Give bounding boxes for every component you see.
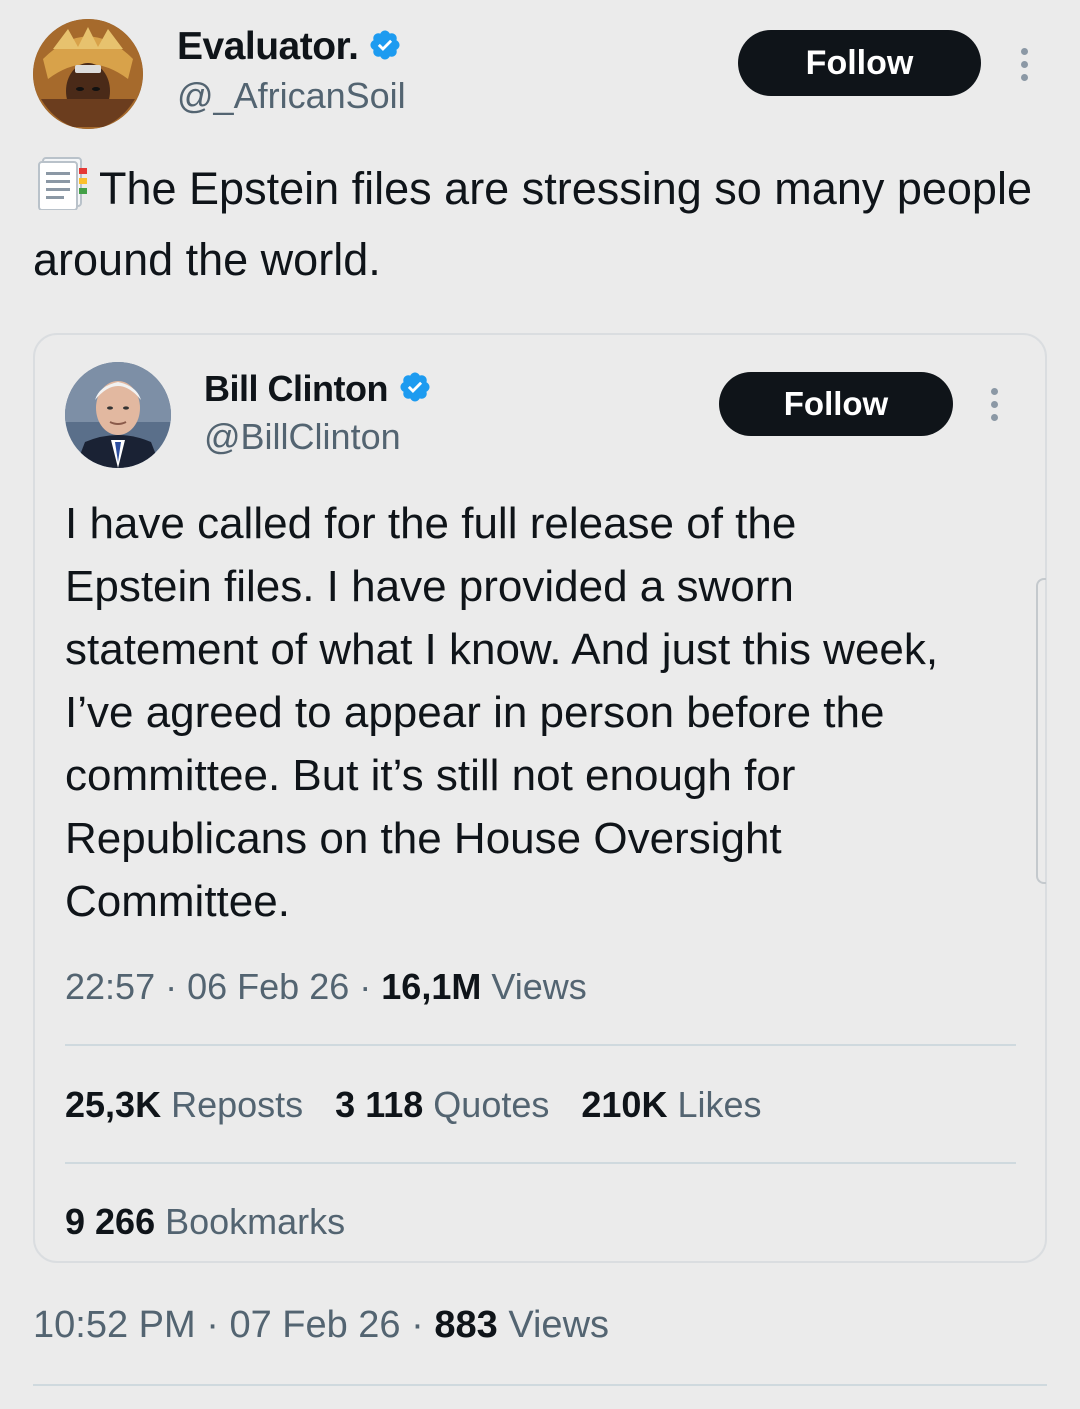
separator-dot: · [206, 1304, 219, 1346]
quoted-author-display-name[interactable]: Bill Clinton [204, 368, 388, 410]
quoted-tweet-meta: 22:57 · 06 Feb 26 · 16,1M Views [65, 966, 587, 1008]
scrollbar-thumb[interactable] [1036, 578, 1046, 884]
quoted-author-name-row: Bill Clinton [204, 368, 432, 410]
divider [65, 1044, 1016, 1046]
main-tweet-meta: 10:52 PM · 07 Feb 26 · 883 Views [33, 1304, 609, 1347]
divider [65, 1162, 1016, 1164]
avatar-bill-clinton[interactable] [65, 362, 171, 468]
likes-label: Likes [677, 1084, 762, 1125]
bookmarks-stat[interactable]: 9 266 Bookmarks [65, 1201, 345, 1243]
bookmark-tabs-icon [33, 154, 89, 227]
main-tweet-date[interactable]: 07 Feb 26 [229, 1304, 400, 1346]
divider [33, 1384, 1047, 1386]
main-views-count: 883 [434, 1304, 498, 1346]
separator-dot: · [411, 1304, 424, 1346]
quotes-stat[interactable]: 3 118 Quotes [335, 1084, 549, 1126]
separator-dot: · [165, 966, 178, 1007]
more-options-icon[interactable] [1010, 44, 1038, 84]
quoted-tweet-date[interactable]: 06 Feb 26 [187, 966, 349, 1007]
bookmarks-label: Bookmarks [165, 1201, 346, 1242]
separator-dot: · [359, 966, 372, 1007]
more-options-icon[interactable] [980, 384, 1008, 424]
tweet-text: The Epstein files are stressing so many … [33, 163, 1032, 285]
follow-button-bill-clinton[interactable]: Follow [719, 372, 953, 436]
quoted-views-label: Views [491, 966, 587, 1007]
likes-stat[interactable]: 210K Likes [581, 1084, 761, 1126]
quoted-author-handle[interactable]: @BillClinton [204, 416, 401, 458]
bookmarks-count: 9 266 [65, 1201, 156, 1242]
author-handle[interactable]: @_AfricanSoil [177, 75, 406, 117]
verified-badge-icon [368, 28, 402, 67]
reposts-label: Reposts [171, 1084, 304, 1125]
tweet-text-block: The Epstein files are stressing so many … [33, 154, 1043, 292]
reposts-count: 25,3K [65, 1084, 162, 1125]
quotes-count: 3 118 [335, 1084, 424, 1125]
main-views-label: Views [508, 1304, 610, 1346]
quoted-views-count: 16,1M [381, 966, 482, 1007]
verified-badge-icon [398, 370, 432, 409]
author-name-row: Evaluator. [177, 24, 402, 70]
likes-count: 210K [581, 1084, 668, 1125]
engagement-stats: 25,3K Reposts 3 118 Quotes 210K Likes [65, 1084, 762, 1126]
quoted-tweet-text: I have called for the full release of th… [65, 499, 939, 926]
avatar-evaluator[interactable] [33, 19, 143, 129]
main-tweet-time[interactable]: 10:52 PM [33, 1304, 196, 1346]
quoted-tweet-time[interactable]: 22:57 [65, 966, 155, 1007]
follow-button-evaluator[interactable]: Follow [738, 30, 981, 96]
author-display-name[interactable]: Evaluator. [177, 25, 359, 69]
reposts-stat[interactable]: 25,3K Reposts [65, 1084, 303, 1126]
quotes-label: Quotes [433, 1084, 550, 1125]
